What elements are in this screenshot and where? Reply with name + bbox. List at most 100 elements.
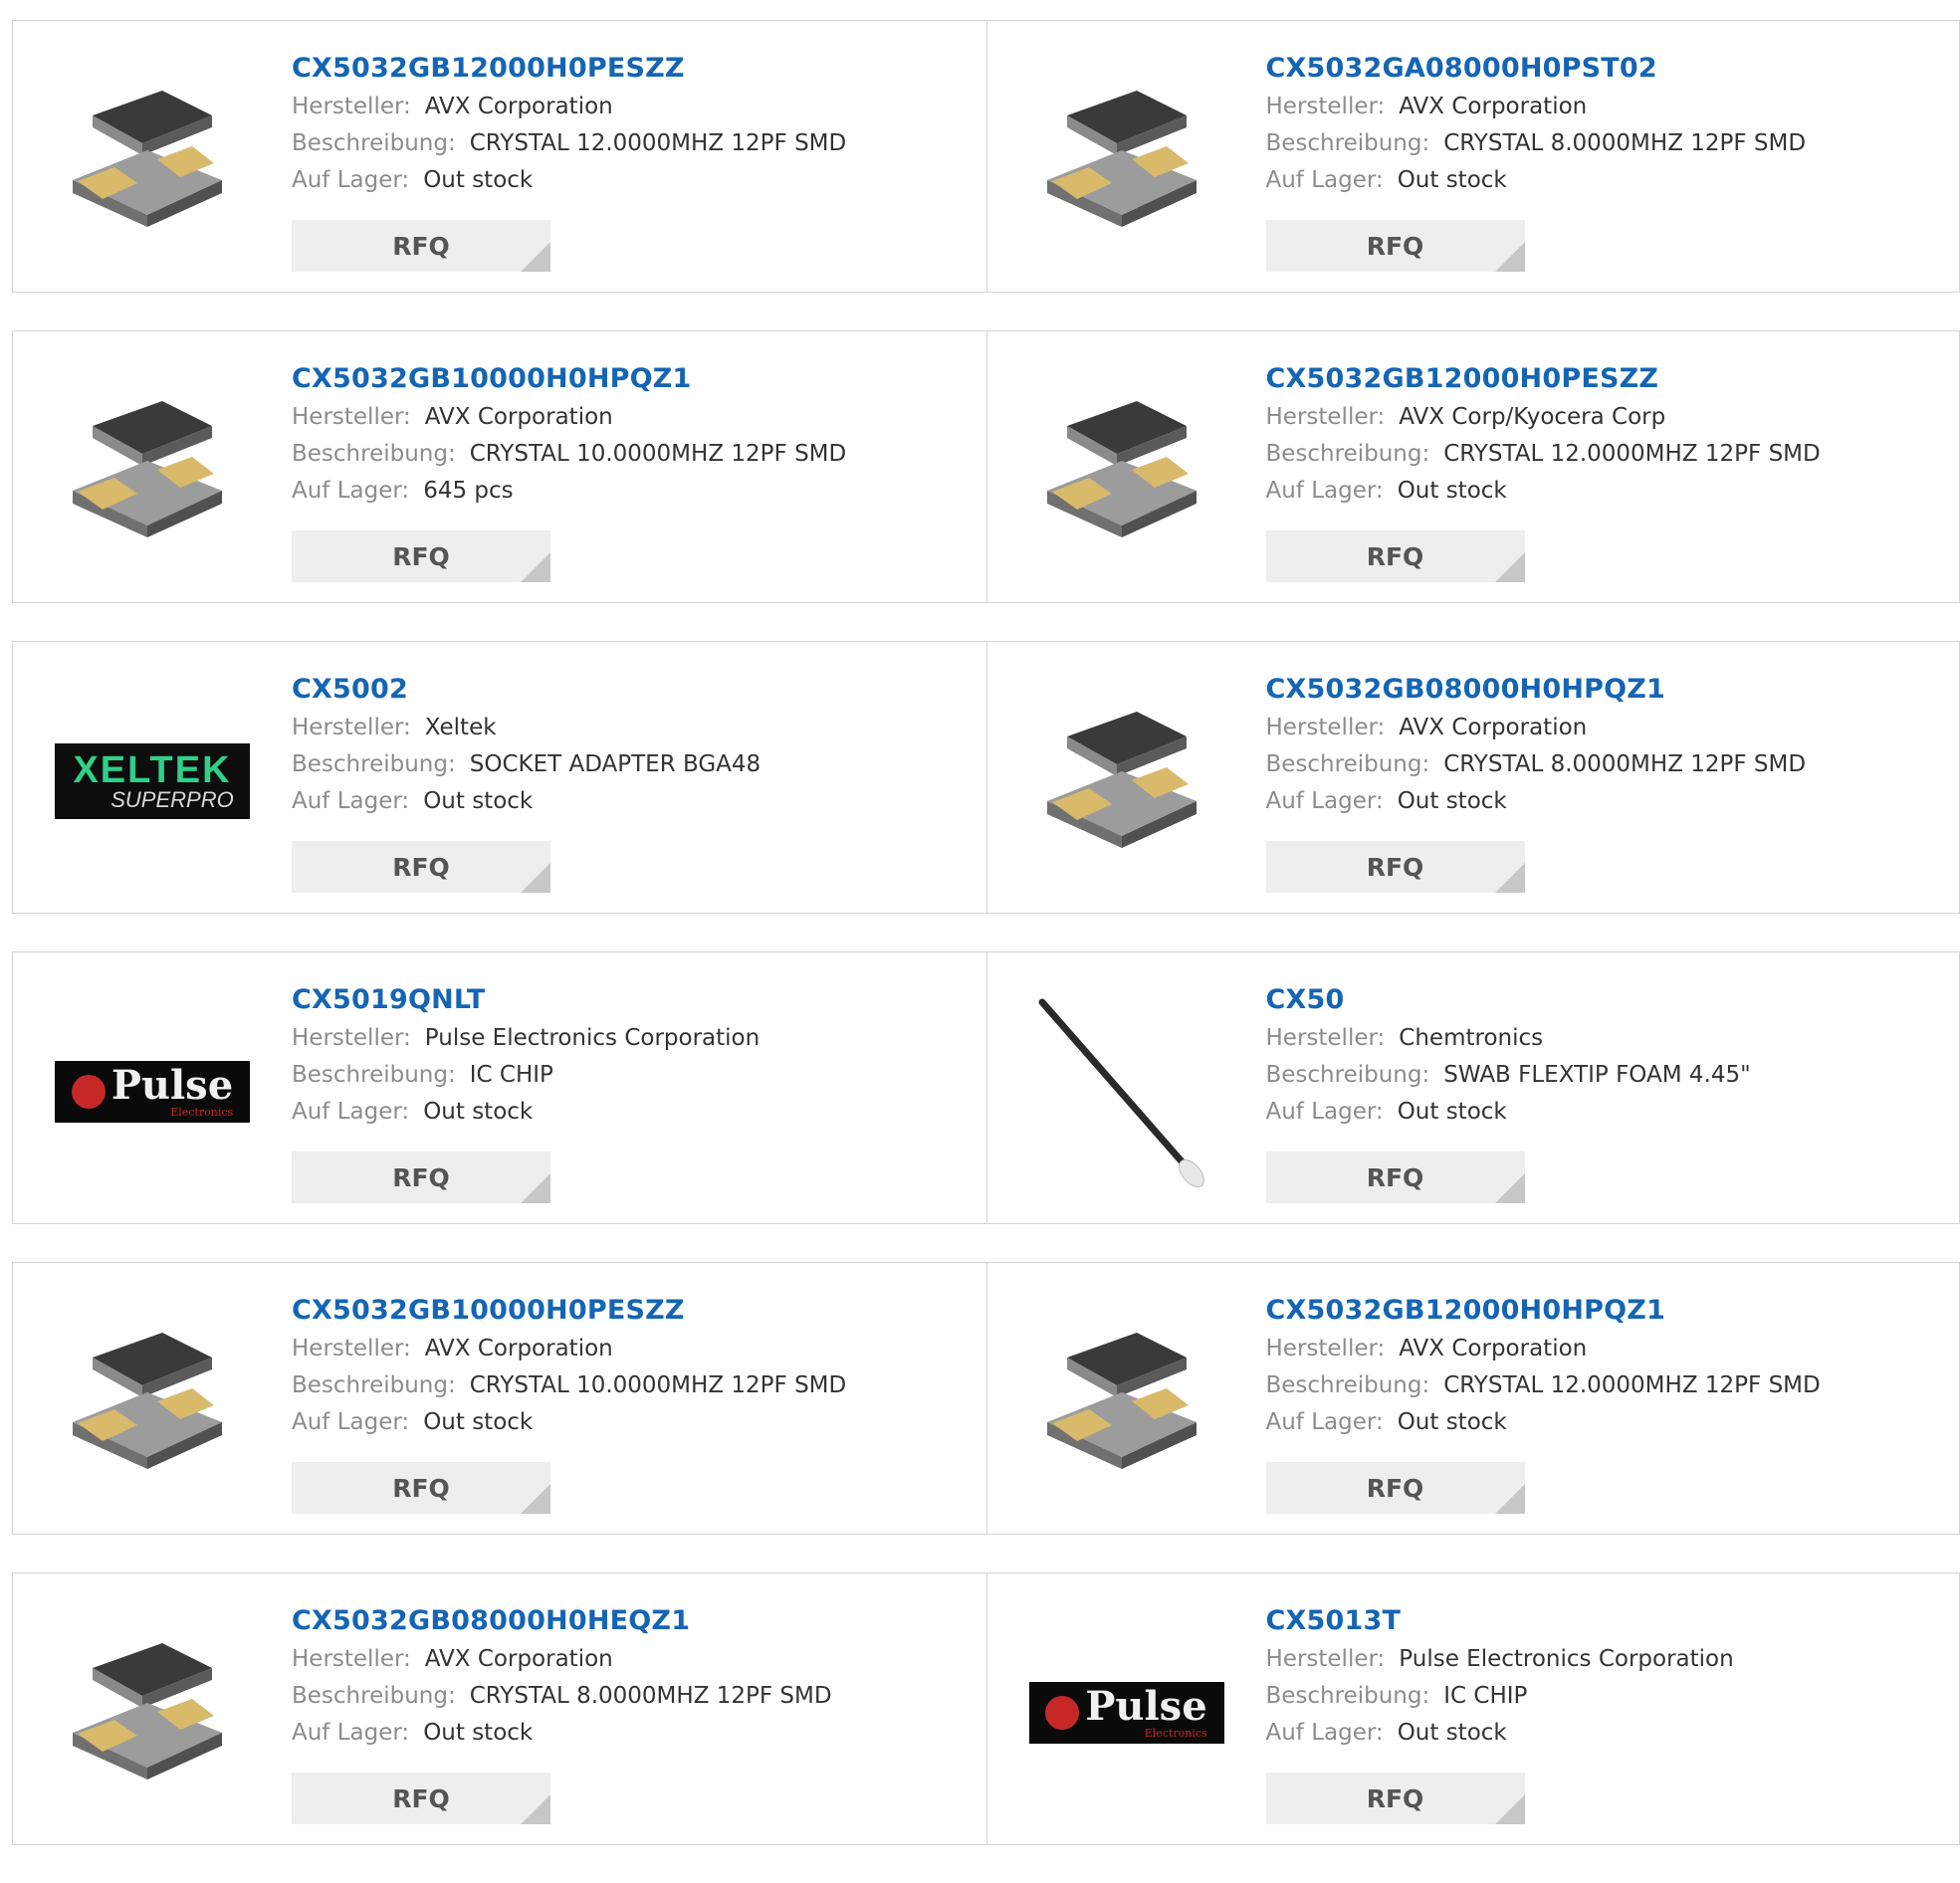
stock-value: Out stock	[1397, 167, 1507, 193]
part-number-link[interactable]: CX5032GB12000H0HPQZ1	[1266, 1291, 1950, 1331]
part-number-link[interactable]: CX5019QNLT	[292, 980, 977, 1020]
product-image[interactable]	[53, 61, 252, 260]
description-value: SWAB FLEXTIP FOAM 4.45"	[1443, 1062, 1751, 1088]
stock-row: Auf Lager: Out stock	[292, 1404, 977, 1441]
description-row: Beschreibung: CRYSTAL 12.0000MHZ 12PF SMD	[1266, 1367, 1950, 1404]
part-number-link[interactable]: CX5032GB10000H0HPQZ1	[292, 359, 977, 399]
product-image[interactable]: Pulse Electronics	[1027, 1613, 1226, 1812]
stock-value: Out stock	[423, 1099, 534, 1125]
corner-triangle-icon	[521, 1794, 550, 1824]
rfq-button[interactable]: RFQ	[292, 530, 550, 582]
product-info: CX5032GB08000H0HEQZ1 Hersteller: AVX Corp…	[292, 1601, 977, 1752]
stock-row: Auf Lager: Out stock	[1266, 1094, 1950, 1131]
part-number-link[interactable]: CX5013T	[1266, 1601, 1950, 1641]
manufacturer-value: AVX Corporation	[424, 404, 613, 430]
rfq-button[interactable]: RFQ	[292, 1151, 550, 1203]
part-number-link[interactable]: CX5032GA08000H0PST02	[1266, 49, 1950, 89]
product-info: CX5032GB10000H0PESZZ Hersteller: AVX Corp…	[292, 1291, 977, 1441]
part-number-link[interactable]: CX5002	[292, 670, 977, 710]
product-row: CX5032GB10000H0PESZZ Hersteller: AVX Corp…	[12, 1262, 1960, 1535]
corner-triangle-icon	[521, 1173, 550, 1203]
product-info: CX5032GB12000H0PESZZ Hersteller: AVX Corp…	[1266, 359, 1950, 510]
product-card: CX5032GB12000H0HPQZ1 Hersteller: AVX Corp…	[985, 1263, 1960, 1534]
rfq-label: RFQ	[392, 541, 450, 571]
description-label: Beschreibung:	[292, 751, 456, 777]
product-image[interactable]	[53, 1303, 252, 1502]
product-image[interactable]	[1027, 371, 1226, 570]
crystal-image	[73, 1333, 222, 1469]
corner-triangle-icon	[521, 863, 550, 893]
description-row: Beschreibung: CRYSTAL 8.0000MHZ 12PF SMD	[1266, 125, 1950, 162]
rfq-button[interactable]: RFQ	[292, 1462, 550, 1514]
rfq-button[interactable]: RFQ	[1265, 841, 1525, 893]
product-image[interactable]	[53, 1613, 252, 1812]
manufacturer-value: AVX Corporation	[1399, 94, 1588, 119]
part-number-link[interactable]: CX5032GB12000H0PESZZ	[292, 49, 977, 89]
rfq-button[interactable]: RFQ	[292, 220, 550, 272]
rfq-button[interactable]: RFQ	[1265, 530, 1525, 582]
description-label: Beschreibung:	[1265, 1372, 1430, 1398]
stock-label: Auf Lager:	[292, 1409, 410, 1435]
part-number-link[interactable]: CX5032GB12000H0PESZZ	[1266, 359, 1950, 399]
rfq-label: RFQ	[1366, 231, 1424, 261]
rfq-label: RFQ	[392, 1783, 450, 1813]
rfq-button[interactable]: RFQ	[292, 841, 550, 893]
description-label: Beschreibung:	[292, 441, 456, 467]
stock-value: Out stock	[1397, 1409, 1507, 1435]
description-row: Beschreibung: SWAB FLEXTIP FOAM 4.45"	[1266, 1057, 1950, 1094]
rfq-button[interactable]: RFQ	[1265, 220, 1525, 272]
part-number-link[interactable]: CX5032GB10000H0PESZZ	[292, 1291, 977, 1331]
product-image[interactable]	[1027, 992, 1226, 1191]
product-card: CX5032GB12000H0PESZZ Hersteller: AVX Corp…	[985, 331, 1960, 602]
stock-row: Auf Lager: Out stock	[292, 1715, 977, 1752]
manufacturer-value: AVX Corporation	[424, 1336, 613, 1361]
manufacturer-value: Pulse Electronics Corporation	[1399, 1646, 1734, 1672]
rfq-button[interactable]: RFQ	[1265, 1773, 1525, 1824]
corner-triangle-icon	[1494, 552, 1525, 582]
stock-row: Auf Lager: Out stock	[1266, 1404, 1950, 1441]
product-image[interactable]	[1027, 682, 1226, 881]
manufacturer-label: Hersteller:	[1265, 404, 1386, 430]
rfq-button[interactable]: RFQ	[1265, 1151, 1525, 1203]
description-value: CRYSTAL 10.0000MHZ 12PF SMD	[469, 441, 847, 467]
crystal-image	[1046, 91, 1197, 227]
description-row: Beschreibung: CRYSTAL 8.0000MHZ 12PF SMD	[292, 1678, 977, 1715]
rfq-button[interactable]: RFQ	[1265, 1462, 1525, 1514]
description-row: Beschreibung: SOCKET ADAPTER BGA48	[292, 746, 977, 783]
product-image[interactable]	[53, 371, 252, 570]
stock-row: Auf Lager: Out stock	[292, 162, 977, 199]
product-card: XELTEK SUPERPRO CX5002 Hersteller: Xeltek …	[13, 642, 986, 913]
product-card: CX5032GB10000H0PESZZ Hersteller: AVX Corp…	[13, 1263, 986, 1534]
crystal-image	[73, 1643, 222, 1779]
part-number-link[interactable]: CX5032GB08000H0HPQZ1	[1266, 670, 1950, 710]
part-number-link[interactable]: CX5032GB08000H0HEQZ1	[292, 1601, 977, 1641]
manufacturer-value: AVX Corporation	[424, 94, 613, 119]
rfq-button[interactable]: RFQ	[292, 1773, 550, 1824]
stock-label: Auf Lager:	[1265, 1099, 1384, 1125]
part-number-link[interactable]: CX50	[1266, 980, 1950, 1020]
description-label: Beschreibung:	[292, 1062, 456, 1088]
manufacturer-value: AVX Corp/Kyocera Corp	[1399, 404, 1666, 430]
pulse-logo: Pulse Electronics	[1028, 1682, 1224, 1744]
manufacturer-label: Hersteller:	[1265, 1025, 1386, 1051]
stock-label: Auf Lager:	[292, 1099, 410, 1125]
stock-row: Auf Lager: 645 pcs	[292, 473, 977, 510]
product-image[interactable]	[1027, 1303, 1226, 1502]
product-image[interactable]: XELTEK SUPERPRO	[53, 682, 252, 881]
description-label: Beschreibung:	[1265, 1683, 1430, 1709]
stock-label: Auf Lager:	[292, 478, 410, 504]
description-row: Beschreibung: IC CHIP	[1266, 1678, 1950, 1715]
product-info: CX5013T Hersteller: Pulse Electronics Cor…	[1266, 1601, 1950, 1752]
description-value: IC CHIP	[1443, 1683, 1528, 1709]
manufacturer-row: Hersteller: AVX Corporation	[292, 1641, 977, 1678]
product-image[interactable]	[1027, 61, 1226, 260]
product-image[interactable]: Pulse Electronics	[53, 992, 252, 1191]
description-value: CRYSTAL 12.0000MHZ 12PF SMD	[1443, 1372, 1821, 1398]
manufacturer-value: Chemtronics	[1399, 1025, 1544, 1051]
manufacturer-label: Hersteller:	[1265, 715, 1386, 740]
product-row: CX5032GB08000H0HEQZ1 Hersteller: AVX Corp…	[12, 1572, 1960, 1845]
manufacturer-row: Hersteller: AVX Corporation	[1266, 710, 1950, 746]
corner-triangle-icon	[1494, 1173, 1525, 1203]
product-info: CX5002 Hersteller: Xeltek Beschreibung: SO…	[292, 670, 977, 820]
description-row: Beschreibung: CRYSTAL 8.0000MHZ 12PF SMD	[1266, 746, 1950, 783]
